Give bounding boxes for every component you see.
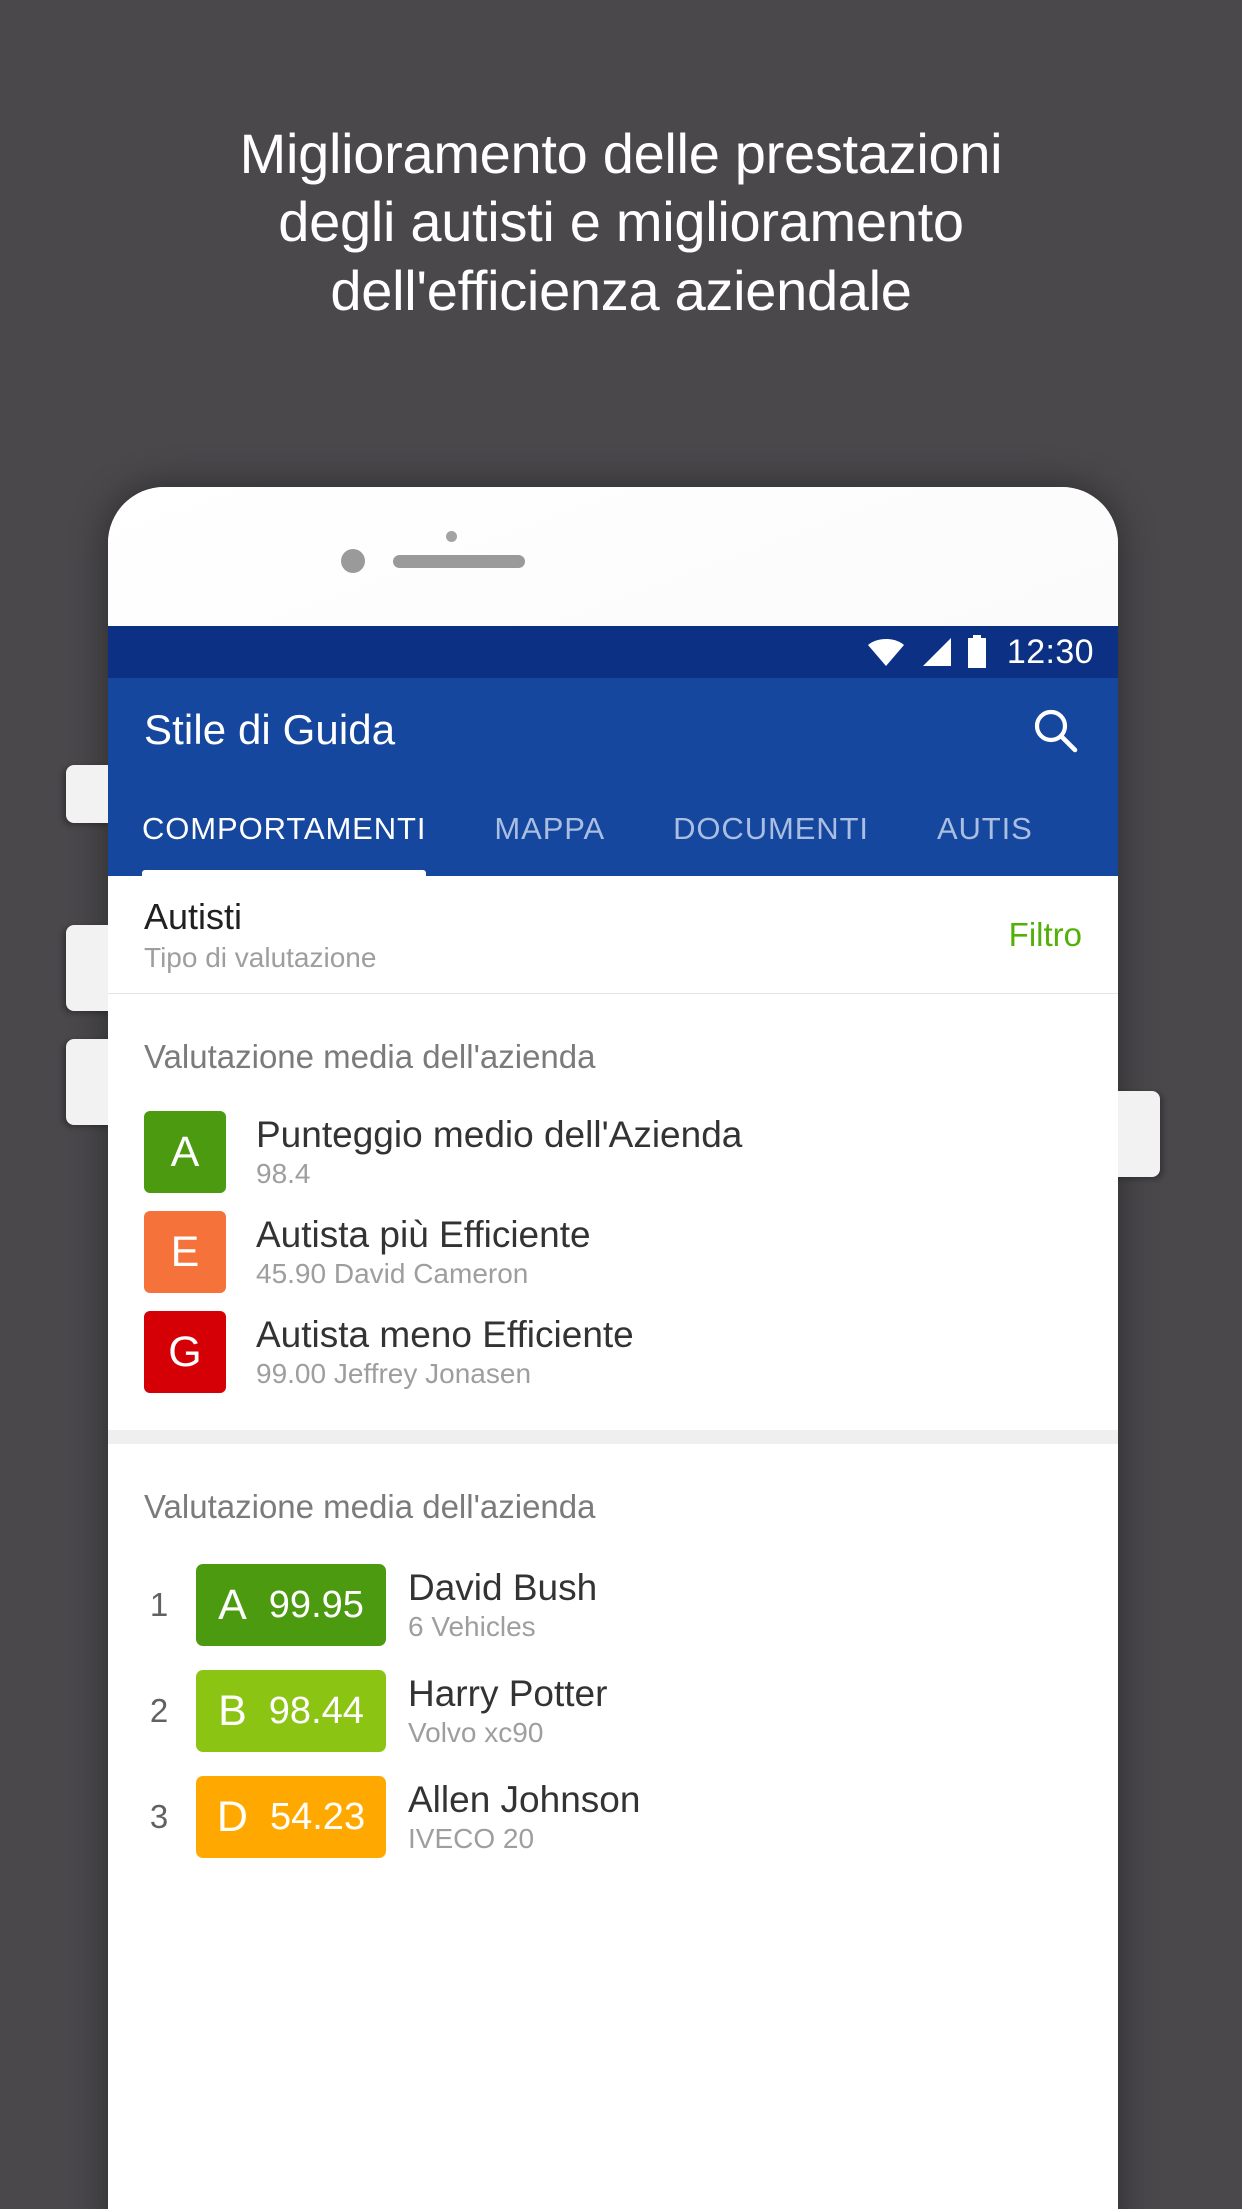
tab-label: DOCUMENTI (673, 811, 869, 846)
grade-badge: E (144, 1211, 226, 1293)
search-icon (1034, 709, 1078, 753)
page-title: Miglioramento delle prestazioni degli au… (0, 120, 1242, 325)
table-row-texts: Allen Johnson IVECO 20 (408, 1779, 640, 1855)
proximity-sensor-icon (446, 531, 457, 542)
content-scroll-area[interactable]: Valutazione media dell'azienda A Puntegg… (108, 994, 1118, 1898)
tab-active-indicator (142, 870, 427, 876)
company-summary-card: Valutazione media dell'azienda A Puntegg… (108, 994, 1118, 1430)
list-item-title: Punteggio medio dell'Azienda (256, 1114, 743, 1155)
table-row-texts: Harry Potter Volvo xc90 (408, 1673, 607, 1749)
status-bar-clock: 12:30 (1006, 632, 1094, 671)
score-badge-value: 54.23 (269, 1795, 366, 1838)
driver-name: Allen Johnson (408, 1779, 641, 1820)
tab-documenti[interactable]: DOCUMENTI (639, 782, 903, 876)
front-camera-icon (341, 549, 365, 573)
table-row[interactable]: 3 D 54.23 Allen Johnson IVECO 20 (108, 1764, 1118, 1870)
headline-line-1: Miglioramento delle prestazioni (239, 122, 1003, 185)
status-bar-icons (866, 635, 988, 669)
filter-bar-texts: Autisti Tipo di valutazione (144, 896, 376, 974)
score-badge-grade: A (218, 1580, 247, 1629)
ranking-card-title: Valutazione media dell'azienda (144, 1488, 596, 1525)
list-item-texts: Autista meno Efficiente 99.00 Jeffrey Jo… (256, 1314, 634, 1390)
tab-label: AUTIS (936, 811, 1033, 846)
list-item-title: Autista meno Efficiente (256, 1314, 634, 1355)
filter-subtitle: Tipo di valutazione (144, 941, 377, 973)
wifi-icon (867, 639, 904, 666)
tab-label: MAPPA (494, 811, 606, 846)
status-bar: 12:30 (108, 626, 1118, 678)
app-bar: Stile di Guida (108, 678, 1118, 782)
phone-mockup: 12:30 Stile di Guida COMPORTAMENTI MAPPA… (66, 487, 1160, 2209)
score-badge-value: 98.44 (268, 1689, 364, 1732)
tab-autisti[interactable]: AUTIS (903, 782, 1067, 876)
grade-badge: G (144, 1311, 226, 1393)
list-item-subtitle: 98.4 (256, 1158, 311, 1189)
filter-title: Autisti (144, 895, 243, 937)
phone-side-button-mute (66, 765, 112, 823)
list-item-title: Autista più Efficiente (256, 1214, 591, 1255)
summary-card-title: Valutazione media dell'azienda (144, 1038, 596, 1075)
rank-number: 1 (149, 1586, 169, 1623)
headline-line-2: degli autisti e miglioramento (278, 190, 964, 254)
list-item-texts: Punteggio medio dell'Azienda 98.4 (256, 1114, 742, 1190)
list-item[interactable]: E Autista più Efficiente 45.90 David Cam… (108, 1202, 1118, 1302)
driver-name: Harry Potter (408, 1673, 608, 1714)
promo-page: Miglioramento delle prestazioni degli au… (0, 0, 1242, 2209)
phone-side-button-volume-down (66, 1039, 112, 1125)
phone-screen: 12:30 Stile di Guida COMPORTAMENTI MAPPA… (108, 626, 1118, 2209)
phone-side-button-power (1114, 1091, 1160, 1177)
app-bar-title: Stile di Guida (144, 706, 396, 753)
driver-vehicle: 6 Vehicles (408, 1611, 536, 1642)
tab-comportamenti[interactable]: COMPORTAMENTI (142, 782, 460, 876)
list-item-subtitle: 99.00 Jeffrey Jonasen (256, 1358, 532, 1389)
tab-bar: COMPORTAMENTI MAPPA DOCUMENTI AUTIS (108, 782, 1118, 876)
score-badge: D 54.23 (196, 1776, 386, 1858)
earpiece-speaker (393, 555, 525, 568)
driver-ranking-card: Valutazione media dell'azienda 1 A 99.95… (108, 1444, 1118, 1898)
rank-number: 2 (149, 1692, 169, 1729)
search-button[interactable] (1026, 701, 1084, 759)
list-item[interactable]: A Punteggio medio dell'Azienda 98.4 (108, 1102, 1118, 1202)
signal-icon (922, 638, 951, 666)
table-row[interactable]: 1 A 99.95 David Bush 6 Vehicles (108, 1552, 1118, 1658)
driver-name: David Bush (408, 1567, 598, 1608)
battery-icon (967, 635, 986, 668)
driver-vehicle: Volvo xc90 (408, 1717, 544, 1748)
score-badge-value: 99.95 (268, 1583, 364, 1626)
score-badge-grade: D (216, 1792, 248, 1841)
filter-button[interactable]: Filtro (1009, 916, 1082, 954)
list-item[interactable]: G Autista meno Efficiente 99.00 Jeffrey … (108, 1302, 1118, 1402)
filter-bar[interactable]: Autisti Tipo di valutazione Filtro (108, 876, 1118, 994)
tab-label: COMPORTAMENTI (142, 811, 427, 846)
list-item-subtitle: 45.90 David Cameron (256, 1258, 529, 1289)
table-row-texts: David Bush 6 Vehicles (408, 1567, 597, 1643)
score-badge-grade: B (218, 1686, 247, 1735)
table-row[interactable]: 2 B 98.44 Harry Potter Volvo xc90 (108, 1658, 1118, 1764)
driver-vehicle: IVECO 20 (408, 1823, 535, 1854)
phone-side-button-volume-up (66, 925, 112, 1011)
rank-number: 3 (149, 1798, 169, 1835)
grade-badge: A (144, 1111, 226, 1193)
score-badge: A 99.95 (196, 1564, 386, 1646)
tab-mappa[interactable]: MAPPA (460, 782, 639, 876)
score-badge: B 98.44 (196, 1670, 386, 1752)
list-item-texts: Autista più Efficiente 45.90 David Camer… (256, 1214, 591, 1290)
headline-line-3: dell'efficienza aziendale (330, 258, 912, 322)
